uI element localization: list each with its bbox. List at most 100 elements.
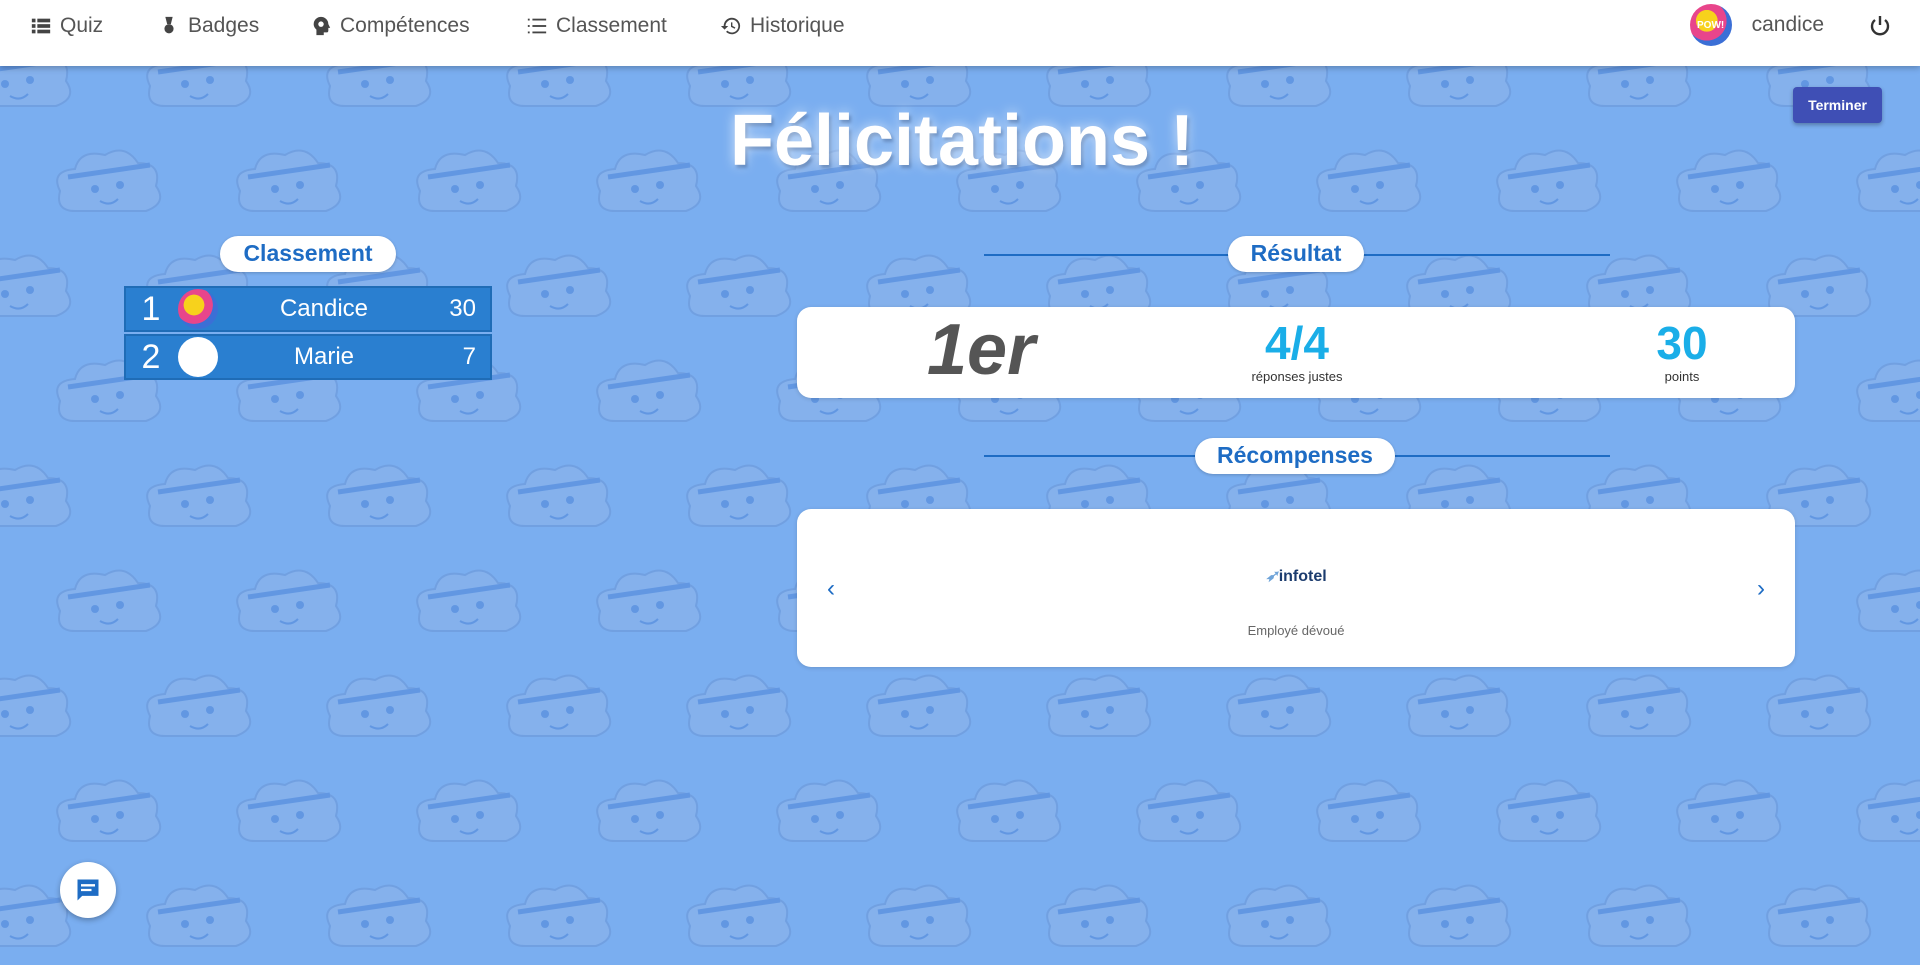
nav-classement-label: Classement <box>556 14 667 37</box>
answers-label: réponses justes <box>1251 369 1343 384</box>
cloud-mascot-icon <box>236 779 342 842</box>
cloud-mascot-icon <box>146 464 252 527</box>
cloud-mascot-icon <box>506 884 612 947</box>
cloud-mascot-icon <box>1226 884 1332 947</box>
cloud-mascot-icon <box>56 779 162 842</box>
nav-historique-label: Historique <box>750 14 845 37</box>
cloud-mascot-icon <box>1496 779 1602 842</box>
ranking-row: 1 Candice 30 <box>124 286 492 332</box>
user-name: candice <box>1751 13 1824 36</box>
power-icon <box>1870 16 1890 36</box>
list-icon <box>31 18 51 34</box>
cloud-mascot-icon <box>506 464 612 527</box>
history-icon <box>720 17 741 35</box>
answers-value: 4/4 <box>1265 317 1329 369</box>
cloud-mascot-icon <box>1136 779 1242 842</box>
logout-button[interactable] <box>1868 14 1892 38</box>
cloud-mascot-icon <box>506 254 612 317</box>
cloud-mascot-icon <box>1316 779 1422 842</box>
avatar[interactable]: POW! <box>1689 4 1732 46</box>
reward-logo-text: infotel <box>1278 568 1327 585</box>
cloud-mascot-icon <box>1586 674 1692 737</box>
chat-button[interactable] <box>60 862 116 918</box>
result-card: 1er 4/4 réponses justes 30 points <box>797 307 1795 398</box>
cloud-mascot-icon <box>1406 884 1512 947</box>
cloud-mascot-icon <box>1766 674 1872 737</box>
result-rank: 1er <box>927 310 1036 390</box>
nav-quiz[interactable]: Quiz <box>30 12 103 40</box>
nav-classement[interactable]: Classement <box>526 12 667 40</box>
cloud-mascot-icon <box>416 779 522 842</box>
cloud-mascot-icon <box>56 569 162 632</box>
cloud-mascot-icon <box>1766 884 1872 947</box>
cloud-mascot-icon <box>1046 674 1152 737</box>
nav-competences-label: Compétences <box>340 14 470 37</box>
nav-historique[interactable]: Historique <box>720 12 845 40</box>
ranking-score: 7 <box>462 343 476 370</box>
ranking-list-icon <box>527 18 547 34</box>
cloud-mascot-icon <box>1856 779 1920 842</box>
ranking-table: 1 Candice 30 2 Marie 7 <box>124 286 492 380</box>
cloud-mascot-icon <box>1406 674 1512 737</box>
cloud-mascot-icon <box>1046 884 1152 947</box>
ranking-avatar <box>178 289 218 329</box>
cloud-mascot-icon <box>326 674 432 737</box>
nav-badges-label: Badges <box>188 14 260 37</box>
ranking-avatar <box>178 337 218 377</box>
ranking-row: 2 Marie 7 <box>124 334 492 380</box>
rewards-heading: Récompenses <box>1195 438 1395 474</box>
points-value: 30 <box>1656 317 1708 369</box>
head-gear-icon <box>313 16 331 36</box>
cloud-mascot-icon <box>686 884 792 947</box>
cloud-mascot-icon <box>416 569 522 632</box>
points-stat: 30 points <box>1612 317 1752 384</box>
cloud-mascot-icon <box>1586 884 1692 947</box>
ranking-score: 30 <box>449 295 476 322</box>
cloud-mascot-icon <box>686 254 792 317</box>
ranking-position: 2 <box>141 337 161 376</box>
cloud-mascot-icon <box>146 884 252 947</box>
ranking-position: 1 <box>141 289 161 328</box>
nav-competences[interactable]: Compétences <box>310 12 470 40</box>
rewards-card: ‹ › ➶infotel Employé dévoué <box>797 509 1795 667</box>
cloud-mascot-icon <box>0 674 72 737</box>
cloud-mascot-icon <box>866 674 972 737</box>
chat-icon <box>77 879 99 901</box>
cloud-mascot-icon <box>506 674 612 737</box>
finish-button[interactable]: Terminer <box>1793 87 1882 123</box>
result-heading: Résultat <box>1228 236 1364 272</box>
cloud-mascot-icon <box>0 254 72 317</box>
reward-badge-label: Employé dévoué <box>1247 623 1345 638</box>
nav-quiz-label: Quiz <box>60 14 104 37</box>
top-navbar: Quiz Badges Compétences Classement Histo… <box>0 0 1920 66</box>
answers-stat: 4/4 réponses justes <box>1217 317 1377 384</box>
user-menu[interactable]: POW! candice <box>1689 4 1824 46</box>
cloud-mascot-icon <box>866 884 972 947</box>
medal-icon <box>164 16 174 34</box>
cloud-mascot-icon <box>1856 569 1920 632</box>
cloud-mascot-icon <box>596 569 702 632</box>
cloud-mascot-icon <box>236 569 342 632</box>
cloud-mascot-icon <box>686 674 792 737</box>
cloud-mascot-icon <box>596 779 702 842</box>
cloud-mascot-icon <box>326 884 432 947</box>
ranking-heading: Classement <box>220 236 396 272</box>
avatar-text: POW! <box>1697 19 1725 31</box>
reward-logo: ➶infotel <box>797 566 1795 586</box>
cloud-mascot-icon <box>596 359 702 422</box>
swirl-icon: ➶ <box>1265 568 1279 585</box>
cloud-mascot-icon <box>0 464 72 527</box>
cloud-mascot-icon <box>956 779 1062 842</box>
cloud-mascot-icon <box>1856 359 1920 422</box>
ranking-name: Marie <box>293 343 354 370</box>
cloud-mascot-icon <box>326 464 432 527</box>
ranking-name: Candice <box>279 295 369 322</box>
cloud-mascot-icon <box>776 779 882 842</box>
cloud-mascot-icon <box>686 464 792 527</box>
cloud-mascot-icon <box>1676 779 1782 842</box>
page-title: Félicitations ! <box>729 101 1195 181</box>
nav-badges[interactable]: Badges <box>158 12 259 40</box>
cloud-mascot-icon <box>1226 674 1332 737</box>
cloud-mascot-icon <box>146 674 252 737</box>
points-label: points <box>1664 369 1700 384</box>
